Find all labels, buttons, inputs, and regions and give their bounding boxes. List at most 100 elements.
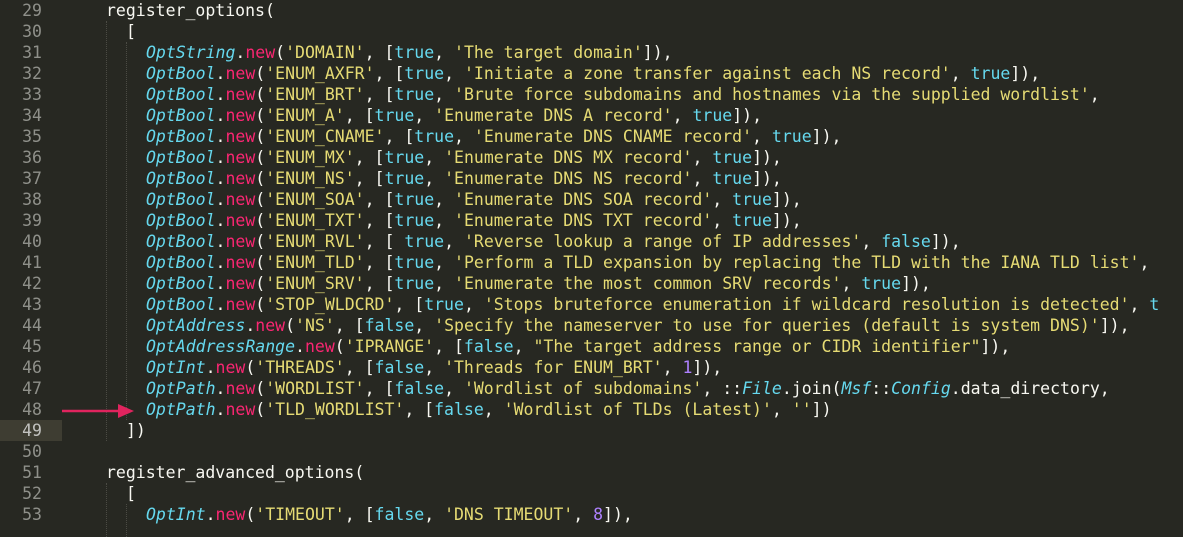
string-literal: 'Enumerate DNS MX record' [444, 148, 693, 167]
class-name: OptBool [146, 85, 216, 104]
string-literal: 'Threads for ENUM_BRT' [444, 358, 663, 377]
line-number: 34 [22, 106, 42, 125]
line-number: 50 [22, 442, 42, 461]
class-name: Msf [841, 379, 872, 398]
code-text: . [215, 85, 226, 104]
class-name: OptPath [146, 379, 216, 398]
string-literal: 'Brute force subdomains and hostnames vi… [454, 85, 1090, 104]
code-text: , [ [384, 127, 415, 146]
code-text: ( [245, 505, 256, 524]
code-text: , [ [364, 274, 395, 293]
code-text: , [ [344, 106, 375, 125]
constant: true [861, 274, 902, 293]
code-content: OptBool.new('ENUM_CNAME', [true, 'Enumer… [146, 126, 841, 147]
keyword: new [215, 505, 246, 524]
code-content: OptString.new('DOMAIN', [true, 'The targ… [146, 42, 673, 63]
keyword: new [245, 43, 276, 62]
code-text: , [ [364, 232, 405, 251]
line-number: 30 [22, 22, 42, 41]
code-content: OptBool.new('ENUM_BRT', [true, 'Brute fo… [146, 84, 1100, 105]
code-text: ( [255, 400, 266, 419]
constant: true [692, 106, 733, 125]
code-text: , [414, 316, 435, 335]
string-literal: 'ENUM_CNAME' [265, 127, 385, 146]
code-text: .join( [781, 379, 842, 398]
string-literal: 'Perform a TLD expansion by replacing th… [454, 253, 1140, 272]
code-text: . [215, 169, 226, 188]
code-text: , [444, 64, 464, 83]
constant: false [364, 316, 415, 335]
constant: true [374, 106, 415, 125]
code-text: , [434, 190, 455, 209]
code-text: . [215, 190, 226, 209]
number-literal: 8 [593, 505, 604, 524]
class-name: OptString [146, 43, 236, 62]
code-text: . [215, 232, 226, 251]
code-text: , [841, 274, 862, 293]
string-literal: 'Enumerate the most common SRV records' [454, 274, 842, 293]
constant: true [394, 253, 435, 272]
string-literal: 'Wordlist of TLDs (Latest)' [503, 400, 772, 419]
string-literal: 'Enumerate DNS CNAME record' [473, 127, 753, 146]
code-content: register_advanced_options( [106, 462, 364, 483]
code-text: ( [285, 316, 296, 335]
keyword: new [225, 64, 256, 83]
line-number: 51 [22, 463, 42, 482]
constant: false [394, 379, 445, 398]
code-text: , [424, 505, 445, 524]
class-name: OptBool [146, 253, 216, 272]
line-number: 47 [22, 379, 42, 398]
code-text: . [215, 64, 226, 83]
keyword: new [225, 274, 256, 293]
constant: true [732, 211, 772, 230]
code-text: , [573, 505, 594, 524]
line-number: 52 [22, 484, 42, 503]
line-number: 35 [22, 127, 42, 146]
class-name: OptBool [146, 169, 216, 188]
code-text: , [1129, 295, 1150, 314]
code-text: ]), [901, 274, 931, 293]
line-number: 45 [22, 337, 42, 356]
code-content: OptAddress.new('NS', [false, 'Specify th… [146, 315, 1130, 336]
code-text: . [295, 337, 305, 356]
code-text: , [692, 169, 713, 188]
class-name: OptAddressRange [146, 337, 296, 356]
code-text: , [712, 211, 733, 230]
code-content: OptBool.new('ENUM_TXT', [true, 'Enumerat… [146, 210, 802, 231]
code-content: OptBool.new('STOP_WLDCRD', [true, 'Stops… [146, 294, 1159, 315]
string-literal: 'Enumerate DNS A record' [434, 106, 673, 125]
string-literal: 'ENUM_A' [265, 106, 345, 125]
code-text: register_options( [106, 1, 275, 20]
code-text: ]), [732, 106, 763, 125]
line-number: 53 [22, 505, 42, 524]
code-text: ( [255, 106, 266, 125]
code-content: OptBool.new('ENUM_AXFR', [true, 'Initiat… [146, 63, 1040, 84]
code-text: ]), [771, 211, 802, 230]
code-content: OptBool.new('ENUM_NS', [true, 'Enumerate… [146, 168, 782, 189]
code-text: . [215, 295, 226, 314]
code-text: , [861, 232, 882, 251]
code-text: , [662, 358, 683, 377]
keyword: new [304, 337, 335, 356]
code-text: ( [255, 148, 266, 167]
code-editor[interactable]: 29 register_options(30[31 OptString.new('D… [0, 0, 1183, 537]
constant: true [732, 190, 772, 209]
line-number: 41 [22, 253, 42, 272]
string-literal: 'TIMEOUT' [255, 505, 345, 524]
string-literal: 'WORDLIST' [265, 379, 365, 398]
code-text: , [ [364, 211, 395, 230]
code-text: ]), [692, 358, 723, 377]
constant: true [394, 274, 435, 293]
code-text: ]), [930, 232, 961, 251]
code-text: , :: [702, 379, 743, 398]
class-name: OptBool [146, 211, 216, 230]
keyword: new [225, 400, 256, 419]
code-content: OptPath.new('TLD_WORDLIST', [false, 'Wor… [146, 399, 832, 420]
line-number: 46 [22, 358, 42, 377]
string-literal: "The target address range or CIDR identi… [533, 337, 981, 356]
code-content: OptBool.new('ENUM_SRV', [true, 'Enumerat… [146, 273, 931, 294]
string-literal: 'STOP_WLDCRD' [265, 295, 395, 314]
line-number: 31 [22, 43, 42, 62]
string-literal: 'ENUM_SOA' [265, 190, 365, 209]
keyword: new [225, 85, 256, 104]
